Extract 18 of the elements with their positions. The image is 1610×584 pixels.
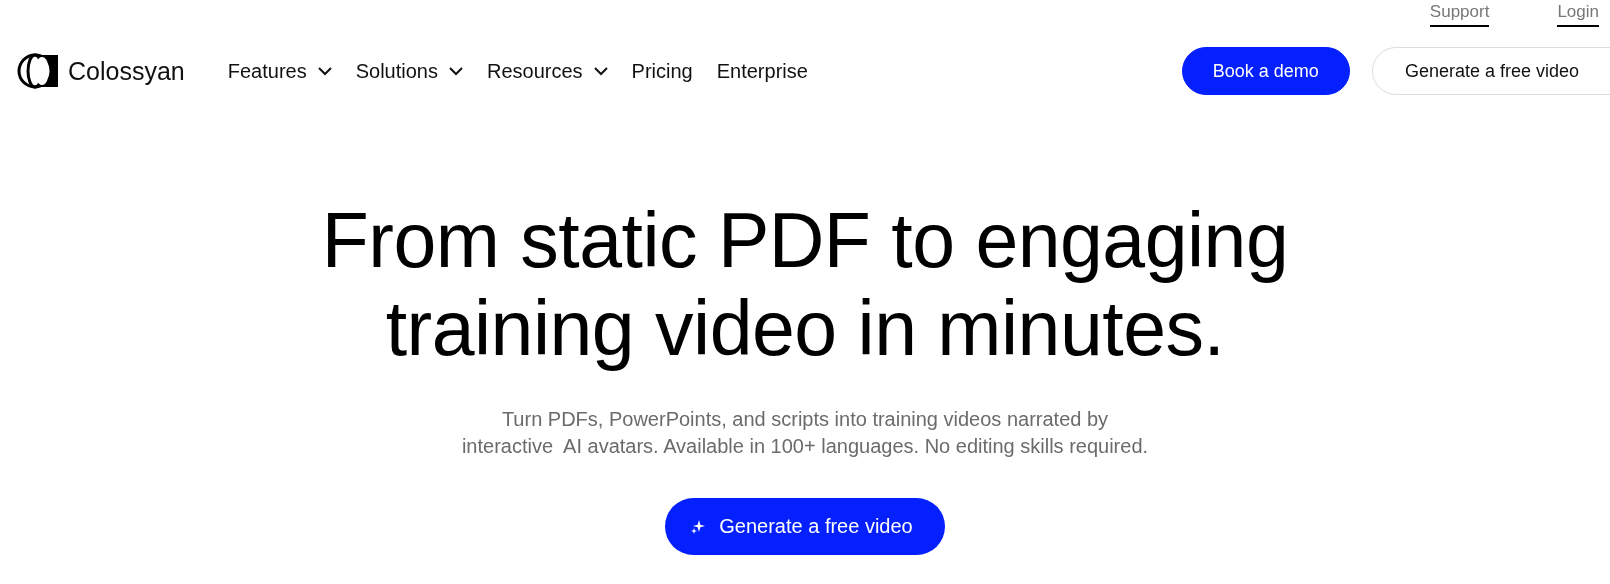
generate-video-button[interactable]: Generate a free video — [1371, 47, 1610, 95]
hero-subtitle: Turn PDFs, PowerPoints, and scripts into training videos narrated by interactive AI avatars. Available in 100+ languages. No editing skills required. — [461, 407, 1149, 459]
chevron-down-icon — [448, 66, 463, 76]
chevron-down-icon — [317, 66, 332, 76]
cta-button[interactable]: Generate a free video — [665, 498, 945, 555]
demo-button[interactable]: Book a demo — [1181, 47, 1350, 95]
logo-icon — [16, 52, 58, 90]
top-link[interactable]: Login — [1557, 2, 1599, 27]
top-link[interactable]: Support — [1429, 2, 1490, 27]
nav-item[interactable]: Solutions — [355, 59, 463, 83]
brand-name: Colossyan — [68, 56, 185, 86]
nav-item[interactable]: Features — [227, 59, 332, 83]
chevron-down-icon — [593, 66, 608, 76]
hero-headline: From static PDF to engaging training video in minutes. — [321, 196, 1289, 372]
nav-item[interactable]: Resources — [486, 59, 608, 83]
nav-item[interactable]: Enterprise — [716, 59, 808, 83]
nav-item[interactable]: Pricing — [631, 59, 693, 83]
sparkle-icon — [691, 519, 706, 534]
